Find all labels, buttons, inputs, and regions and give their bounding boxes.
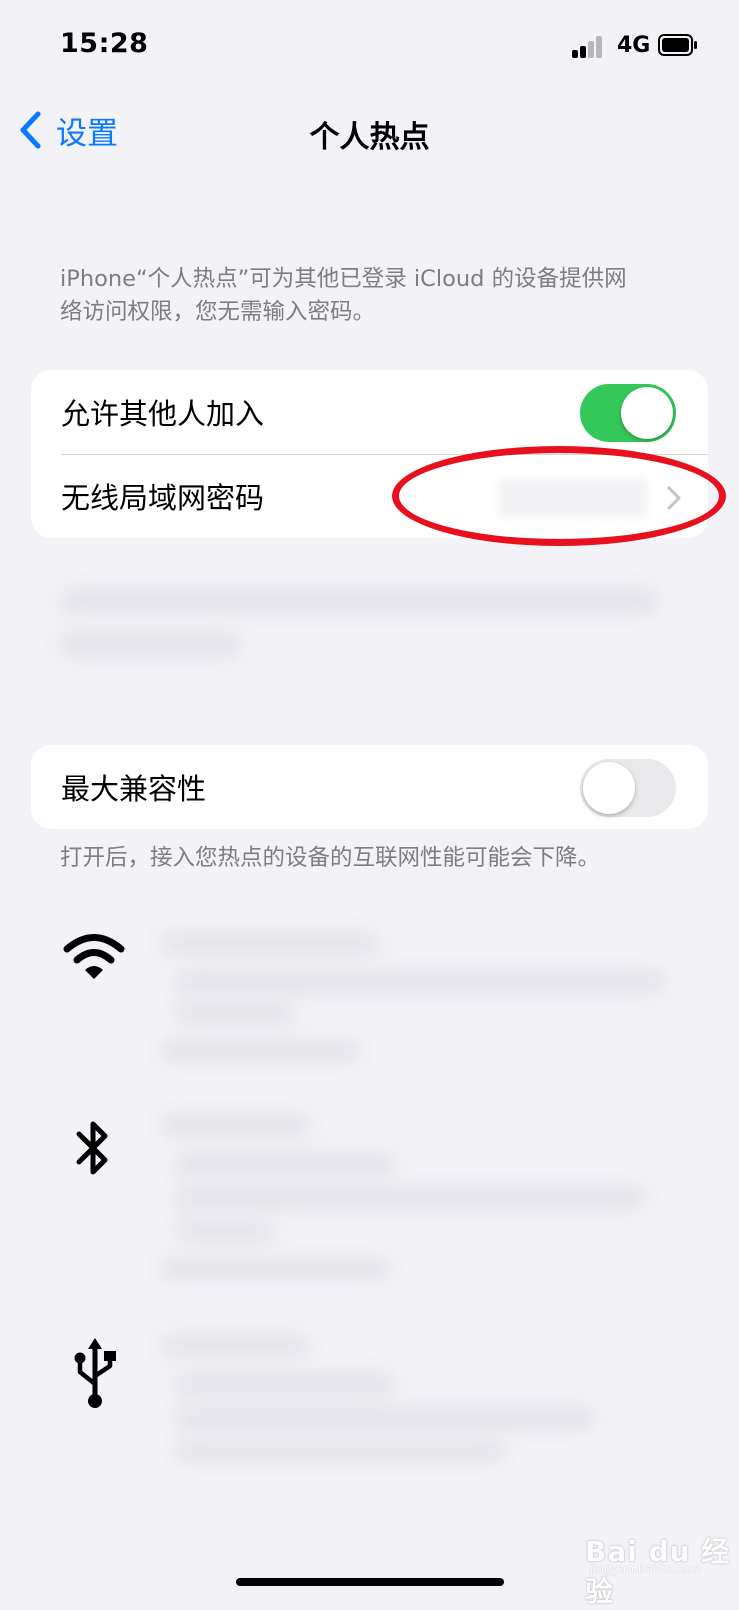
blurred-text (175, 970, 665, 994)
battery-icon (658, 34, 697, 56)
compatibility-card: 最大兼容性 (31, 745, 708, 829)
blurred-text (160, 1258, 390, 1280)
blurred-text (160, 1040, 360, 1062)
compat-footnote: 打开后，接入您热点的设备的互联网性能可能会下降。 (60, 845, 601, 871)
blurred-text (60, 632, 240, 658)
blurred-text (160, 932, 380, 954)
allow-others-row: 允许其他人加入 (31, 370, 708, 454)
cellular-signal-icon (572, 36, 602, 58)
allow-others-label: 允许其他人加入 (61, 397, 265, 431)
blurred-text (175, 1152, 395, 1176)
blurred-text (175, 1440, 505, 1462)
status-time: 15:28 (60, 28, 149, 59)
toggle-knob (621, 387, 673, 439)
wifi-password-label: 无线局域网密码 (61, 481, 265, 515)
blurred-text (60, 588, 658, 614)
max-compat-row: 最大兼容性 (31, 745, 708, 829)
blurred-text (175, 1220, 275, 1242)
blurred-text (175, 1186, 645, 1210)
max-compat-label: 最大兼容性 (61, 772, 207, 806)
bluetooth-icon (76, 1121, 108, 1175)
intro-text: iPhone“个人热点”可为其他已登录 iCloud 的设备提供网 络访问权限，… (60, 263, 627, 329)
blurred-text (160, 1334, 310, 1356)
max-compat-toggle[interactable] (580, 759, 676, 817)
intro-text-line-1: iPhone“个人热点”可为其他已登录 iCloud 的设备提供网 (60, 266, 627, 292)
blurred-text (175, 1406, 595, 1430)
network-type: 4G (617, 33, 651, 58)
baidu-watermark-url: jingyan.baidu.com (590, 1562, 701, 1576)
blurred-text (175, 1372, 395, 1396)
blurred-text (175, 1002, 295, 1024)
intro-text-line-2: 络访问权限，您无需输入密码。 (60, 299, 376, 325)
page-title: 个人热点 (309, 120, 430, 155)
allow-others-toggle[interactable] (580, 384, 676, 442)
usb-icon (74, 1338, 116, 1408)
wifi-icon (63, 934, 125, 979)
toggle-knob (583, 762, 635, 814)
annotation-circle (392, 446, 726, 546)
home-indicator[interactable] (236, 1578, 504, 1586)
blurred-text (160, 1114, 310, 1136)
